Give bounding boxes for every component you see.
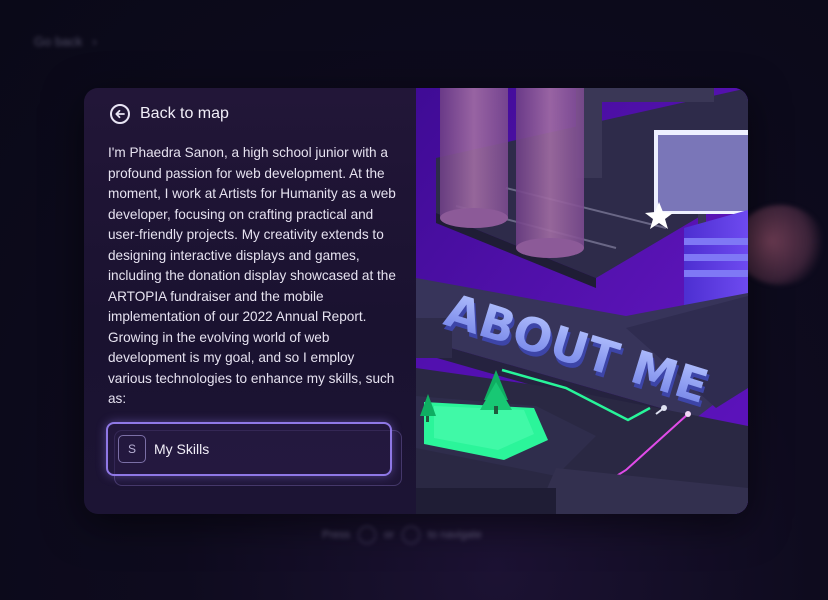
bio-text: I'm Phaedra Sanon, a high school junior … (108, 145, 396, 406)
key-right-icon (401, 526, 420, 544)
shortcut-key-badge: S (118, 435, 146, 463)
hint-or: or (384, 529, 394, 541)
key-left-icon (358, 526, 377, 544)
hint-press: Press (322, 529, 351, 541)
navigation-hint: Press or to navigate (322, 526, 482, 544)
go-back-text: Go back (34, 34, 83, 49)
arrow-left-circle-icon (110, 104, 130, 124)
back-to-map-label: Back to map (140, 105, 229, 122)
info-panel: Back to map I'm Phaedra Sanon, a high sc… (84, 88, 416, 514)
back-to-map-button[interactable]: Back to map (110, 104, 229, 124)
isometric-scene: ABOUT ME ABOUT ME (416, 88, 748, 514)
hint-to-navigate: to navigate (427, 529, 482, 541)
my-skills-button[interactable]: S My Skills (106, 422, 392, 476)
about-me-card: Back to map I'm Phaedra Sanon, a high sc… (84, 88, 748, 514)
about-me-illustration: ABOUT ME ABOUT ME (416, 88, 748, 514)
chevron-right-icon: › (92, 34, 97, 49)
background-orb (735, 205, 825, 285)
my-skills-label: My Skills (154, 441, 210, 457)
blurred-go-back: Go back › (34, 34, 97, 49)
